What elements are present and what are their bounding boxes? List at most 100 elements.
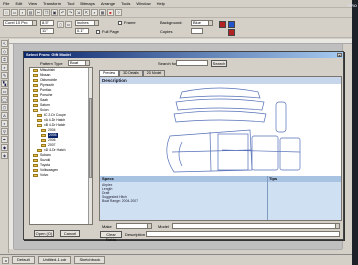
folder-icon [33, 89, 38, 92]
dialog-title: Select From: Gift Model [26, 52, 71, 57]
print-icon[interactable]: ▤ [27, 9, 34, 16]
page-width-field[interactable]: 8.5" [40, 20, 54, 26]
description-input[interactable] [146, 231, 340, 237]
toolbox: ↖ ◇ ⌗ ⌕ ✎ ▚ ▭ ◯ ⬠ A ◐ ⚲ ✒ ◆ ◈ [0, 39, 9, 253]
frame-label: Frame [124, 20, 136, 25]
search-button[interactable]: Search [211, 60, 227, 67]
open-button[interactable]: Open (O) [34, 230, 54, 237]
cut-icon[interactable]: ✂ [35, 9, 42, 16]
color-icon[interactable]: ■ [107, 9, 114, 16]
menu-tool[interactable]: Tool [67, 1, 74, 6]
page-preset-combo[interactable]: Corel 10 Pro [3, 20, 37, 26]
import-icon[interactable]: ⇲ [75, 9, 82, 16]
folder-icon [33, 159, 38, 162]
full-page-checkbox[interactable] [96, 30, 100, 34]
corel-app-window: File Edit View Transform Tool Bitmaps Ar… [0, 0, 352, 265]
folder-icon [37, 149, 42, 152]
status-tab-default[interactable]: Default [12, 256, 35, 264]
specs-list: Airplex Length Draft Suggested Hitch Boa… [102, 183, 138, 203]
outline-tool-icon[interactable]: ✒ [1, 136, 8, 143]
cancel-button[interactable]: Cancel [60, 230, 80, 237]
folder-icon [33, 79, 38, 82]
menu-window[interactable]: Window [136, 1, 150, 6]
make-combo[interactable] [116, 223, 152, 229]
color-swatch-red[interactable] [219, 21, 226, 28]
zoom-icon[interactable]: ⌕ [91, 9, 98, 16]
model-tree[interactable]: Mitsubishi Nissan Oldsmobile Plymouth Pontia… [29, 67, 93, 225]
tree-item[interactable]: Volvo [30, 173, 92, 178]
nav-first-icon[interactable]: ◂ [2, 256, 9, 264]
undo-icon[interactable]: ↶ [59, 9, 66, 16]
freehand-tool-icon[interactable]: ✎ [1, 72, 8, 79]
folder-icon [33, 69, 38, 72]
tree-scroll-thumb[interactable] [89, 98, 92, 178]
menu-transform[interactable]: Transform [43, 1, 61, 6]
background-combo[interactable]: Blue [191, 20, 213, 26]
nudge-field[interactable]: 0.1" [75, 28, 89, 34]
app-launcher-icon[interactable]: ▦ [99, 9, 106, 16]
blend-tool-icon[interactable]: ◐ [1, 120, 8, 127]
clear-fields-button[interactable]: Clear Fields [100, 231, 122, 242]
menu-tools[interactable]: Tools [121, 1, 130, 6]
tree-scrollbar[interactable] [88, 68, 92, 224]
menu-edit[interactable]: Edit [15, 1, 22, 6]
description-label: Description [125, 232, 146, 237]
menu-bitmaps[interactable]: Bitmaps [80, 1, 94, 6]
folder-icon [41, 134, 46, 137]
copies-field[interactable] [191, 28, 203, 34]
search-input[interactable] [176, 60, 208, 66]
specs-section: Specs Tips Airplex Length Draft Suggeste… [100, 176, 341, 220]
model-combo[interactable] [172, 223, 340, 229]
pattern-type-combo[interactable]: Boat [68, 60, 90, 66]
dialog-titlebar: Select From: Gift Model × [24, 52, 343, 58]
menu-view[interactable]: View [28, 1, 37, 6]
preview-outline-svg [166, 87, 301, 173]
redo-icon[interactable]: ↷ [67, 9, 74, 16]
status-tab-document[interactable]: Untitled-1.cdr [37, 256, 72, 264]
help-icon[interactable]: ? [115, 9, 122, 16]
page-height-field[interactable]: 11" [40, 28, 54, 34]
smart-fill-icon[interactable]: ▚ [1, 80, 8, 87]
units-combo[interactable]: inches [75, 20, 99, 26]
folder-icon [41, 129, 46, 132]
rectangle-tool-icon[interactable]: ▭ [1, 88, 8, 95]
select-model-dialog: Select From: Gift Model × Pattern Type B… [23, 51, 344, 242]
background-label: Background: [160, 20, 183, 25]
portrait-icon[interactable]: ▯ [57, 21, 64, 28]
model-label: Model [158, 224, 169, 229]
menu-help[interactable]: Help [157, 1, 165, 6]
watermark-text: PRO [348, 3, 357, 8]
export-icon[interactable]: ⇱ [83, 9, 90, 16]
close-icon[interactable]: × [337, 53, 342, 58]
frame-checkbox[interactable] [118, 21, 122, 25]
status-tab-sketchbook[interactable]: Sketchbook [74, 256, 106, 264]
fill-tool-icon[interactable]: ◆ [1, 144, 8, 151]
open-icon[interactable]: ▭ [11, 9, 18, 16]
menu-arrange[interactable]: Arrange [101, 1, 115, 6]
specs-header-row: Specs Tips [100, 176, 341, 182]
interactive-fill-icon[interactable]: ◈ [1, 152, 8, 159]
new-icon[interactable]: □ [3, 9, 10, 16]
property-bar: Corel 10 Pro 8.5" 11" ▯ ▭ inches 0.1" Fr… [0, 18, 352, 38]
zoom-tool-icon[interactable]: ⌕ [1, 64, 8, 71]
color-swatch-red-2[interactable] [228, 29, 235, 36]
folder-open-icon [33, 109, 38, 112]
specs-header: Specs [102, 176, 114, 181]
text-tool-icon[interactable]: A [1, 112, 8, 119]
menu-file[interactable]: File [3, 1, 9, 6]
ellipse-tool-icon[interactable]: ◯ [1, 96, 8, 103]
crop-tool-icon[interactable]: ⌗ [1, 56, 8, 63]
copy-icon[interactable]: ❐ [43, 9, 50, 16]
folder-icon [33, 104, 38, 107]
eyedropper-tool-icon[interactable]: ⚲ [1, 128, 8, 135]
paste-icon[interactable]: ▣ [51, 9, 58, 16]
pattern-type-label: Pattern Type [40, 61, 63, 66]
shape-tool-icon[interactable]: ◇ [1, 48, 8, 55]
pick-tool-icon[interactable]: ↖ [1, 40, 8, 47]
polygon-tool-icon[interactable]: ⬠ [1, 104, 8, 111]
color-swatch-blue[interactable] [228, 21, 235, 28]
save-icon[interactable]: ▪ [19, 9, 26, 16]
landscape-icon[interactable]: ▭ [65, 21, 72, 28]
folder-icon [33, 169, 38, 172]
make-label: Make [102, 224, 112, 229]
